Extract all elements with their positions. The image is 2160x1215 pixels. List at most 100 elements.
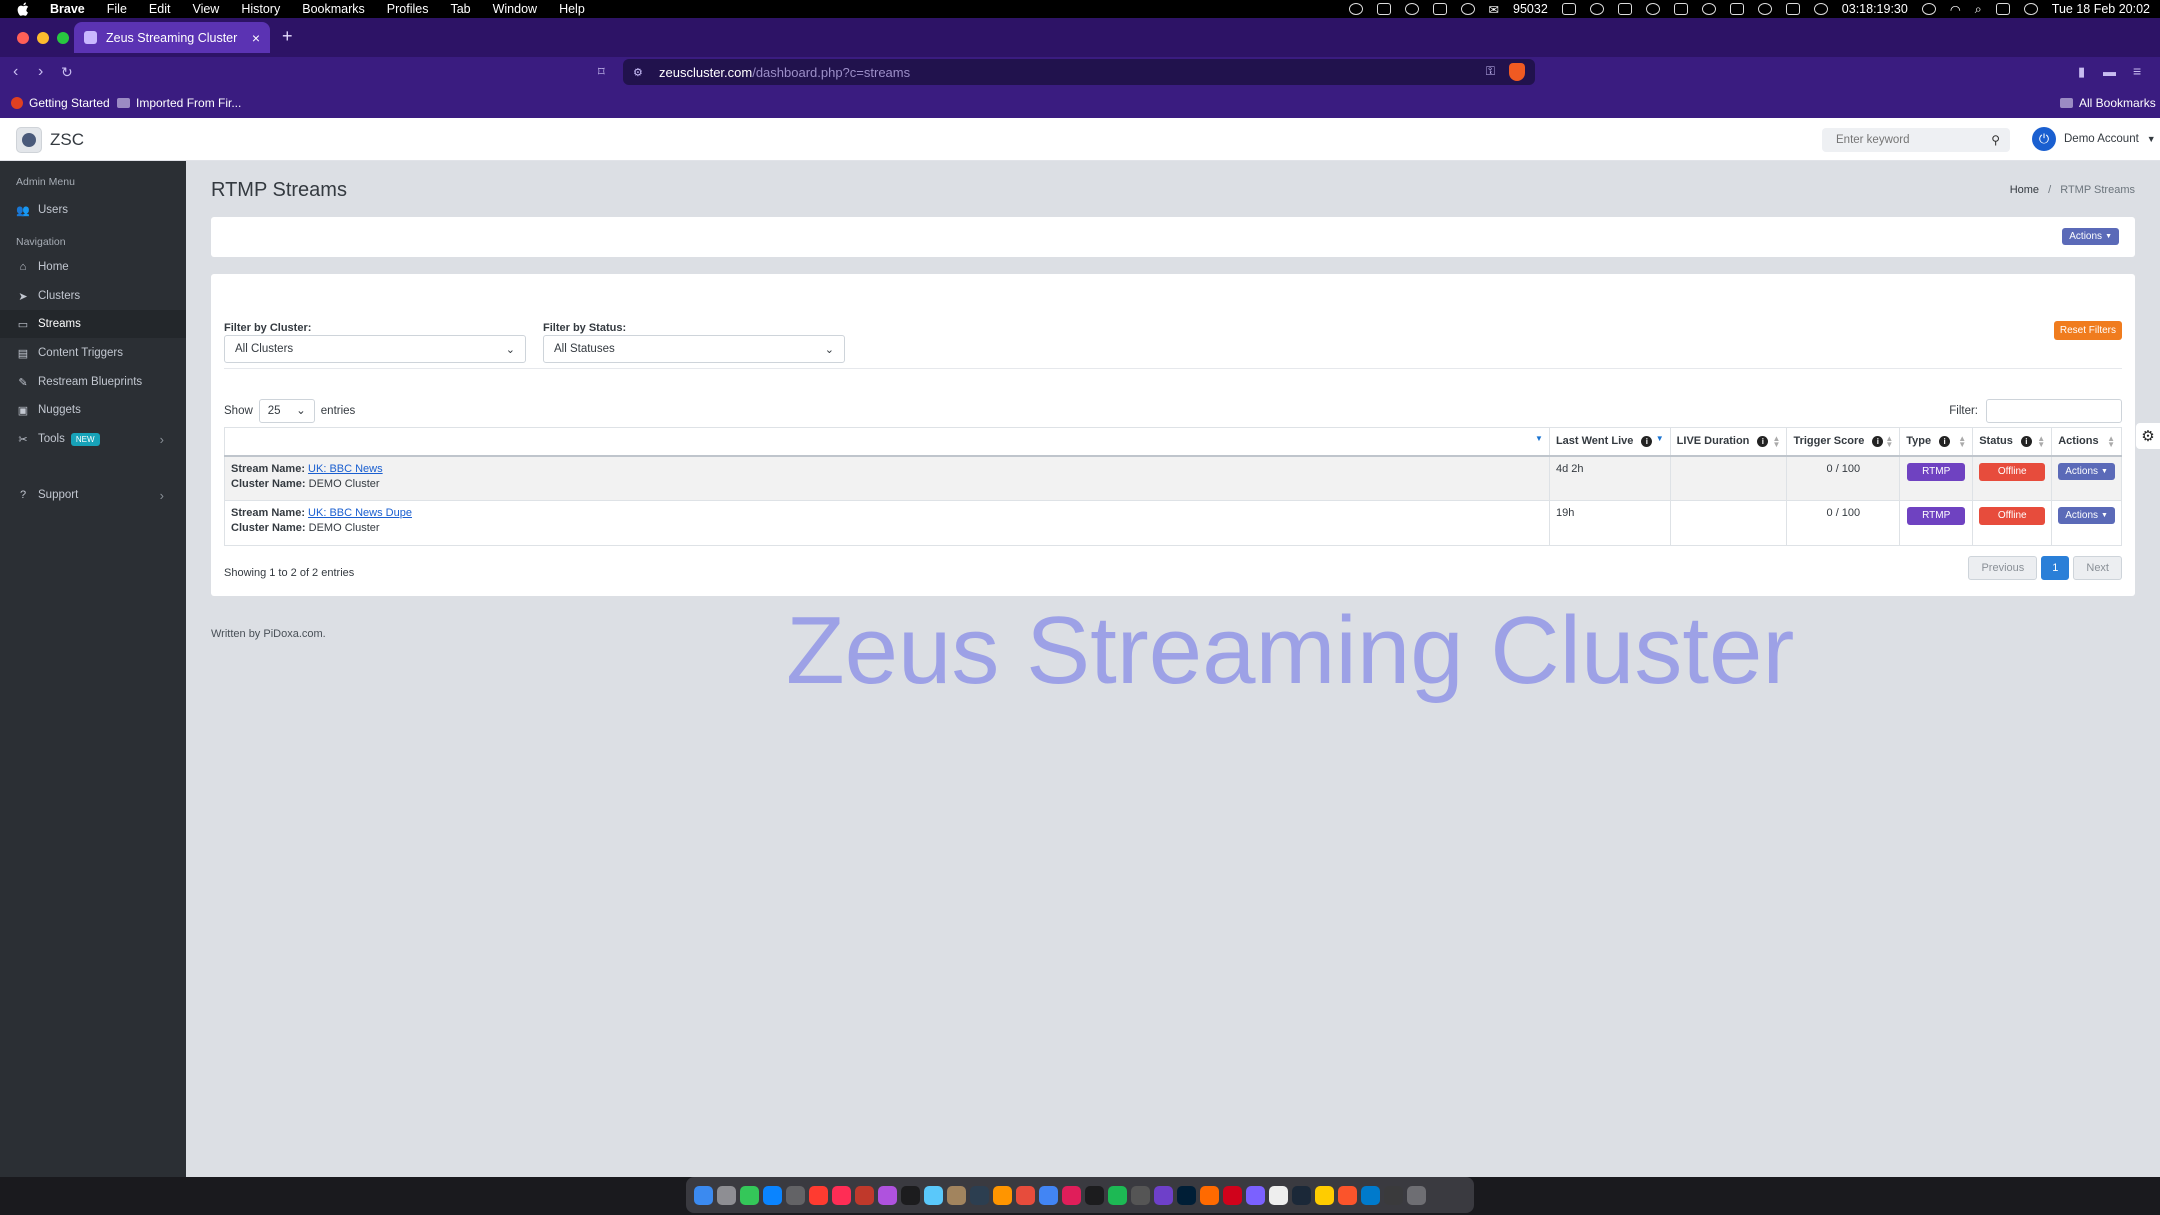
status-app-icon[interactable] <box>1376 3 1391 15</box>
plex-icon[interactable] <box>1315 1185 1334 1205</box>
status-app-icon[interactable] <box>1645 3 1660 15</box>
wifi-icon[interactable]: ◠ <box>1950 2 1961 17</box>
sidebar-item-streams[interactable]: ▭ Streams <box>0 310 186 338</box>
chrome-icon[interactable] <box>1039 1185 1058 1205</box>
terminal-icon[interactable] <box>1085 1185 1104 1205</box>
column-header-live-duration[interactable]: LIVE Duration i ▲ ▼ <box>1669 427 1788 457</box>
menu-profiles[interactable]: Profiles <box>387 2 429 16</box>
new-tab-button[interactable]: + <box>282 26 293 47</box>
script-editor-icon[interactable] <box>947 1185 966 1205</box>
opera-icon[interactable] <box>832 1185 851 1205</box>
sidebar-item-content-triggers[interactable]: ▤ Content Triggers <box>0 339 186 367</box>
reset-filters-button[interactable]: Reset Filters <box>2053 321 2122 340</box>
column-header-trigger-score[interactable]: Trigger Score i ▲ ▼ <box>1786 427 1901 457</box>
status-app-icon[interactable] <box>1813 3 1828 15</box>
info-icon[interactable]: i <box>2020 435 2032 447</box>
key-icon[interactable]: ⚿ <box>1486 64 1495 79</box>
sidebar-item-users[interactable]: 👥 Users <box>0 196 186 224</box>
status-filter-select[interactable]: All Statuses ⌄ <box>543 335 845 363</box>
bookmark-getting-started[interactable]: Getting Started <box>11 96 110 110</box>
column-header-last-went-live[interactable]: Last Went Live i ▼ <box>1548 427 1671 457</box>
photoshop-icon[interactable] <box>1177 1185 1196 1205</box>
row-actions-button[interactable]: Actions ▼ <box>2058 462 2115 480</box>
stream-name-link[interactable]: UK: BBC News Dupe <box>308 507 412 519</box>
menu-edit[interactable]: Edit <box>149 2 171 16</box>
sublime-icon[interactable] <box>1200 1185 1219 1205</box>
page-1-button[interactable]: 1 <box>2041 556 2070 580</box>
finder-icon[interactable] <box>694 1185 713 1205</box>
cluster-filter-select[interactable]: All Clusters ⌄ <box>224 335 526 363</box>
status-app-icon[interactable] <box>1348 3 1363 15</box>
sidebar-item-restream-blueprints[interactable]: ✎ Restream Blueprints <box>0 368 186 396</box>
settings-icon[interactable] <box>786 1185 805 1205</box>
maps-icon[interactable] <box>1016 1185 1035 1205</box>
info-icon[interactable]: i <box>1939 435 1951 447</box>
site-info-icon[interactable]: ⚙ <box>633 66 645 79</box>
status-app-icon[interactable] <box>1757 3 1772 15</box>
info-icon[interactable]: i <box>1641 435 1653 447</box>
menu-help[interactable]: Help <box>559 2 585 16</box>
sidebar-item-support[interactable]: ? Support › <box>0 481 186 509</box>
account-menu[interactable]: ⏻ Demo Account ▼ <box>2032 127 2156 151</box>
breadcrumb-home[interactable]: Home <box>2010 184 2039 196</box>
menu-tab[interactable]: Tab <box>450 2 470 16</box>
spotlight-icon[interactable]: ⌕ <box>1975 2 1982 17</box>
vscode-icon[interactable] <box>1361 1185 1380 1205</box>
menu-view[interactable]: View <box>192 2 219 16</box>
close-window-button[interactable] <box>17 32 29 44</box>
tor-icon[interactable] <box>1246 1185 1265 1205</box>
column-header-type[interactable]: Type i ▲ ▼ <box>1899 427 1974 457</box>
status-app-icon[interactable] <box>1404 3 1419 15</box>
page-actions-button[interactable]: Actions ▼ <box>2062 228 2119 245</box>
previous-page-button[interactable]: Previous <box>1968 556 2038 580</box>
iphone-mirroring-icon[interactable] <box>1384 1185 1403 1205</box>
opera-gx-icon[interactable] <box>855 1185 874 1205</box>
column-header-stream[interactable]: ▼ <box>224 427 1550 457</box>
browser-menu-icon[interactable]: ≡ <box>2133 63 2141 79</box>
bookmark-page-icon[interactable]: ⌑ <box>598 64 605 80</box>
tab-close-button[interactable]: × <box>252 30 260 46</box>
time-machine-icon[interactable] <box>1921 3 1936 15</box>
status-app-icon[interactable] <box>1673 3 1688 15</box>
back-icon[interactable]: ‹ <box>13 63 18 81</box>
podcasts-icon[interactable] <box>878 1185 897 1205</box>
browser-tab-active[interactable]: Zeus Streaming Cluster × <box>74 22 270 53</box>
filter-input[interactable] <box>1986 399 2122 423</box>
opera-icon[interactable] <box>1223 1185 1242 1205</box>
sidebar-item-clusters[interactable]: ➤ Clusters <box>0 282 186 310</box>
wallet-icon[interactable]: ▬ <box>2103 64 2116 79</box>
status-app-icon[interactable] <box>1701 3 1716 15</box>
menu-app[interactable]: Brave <box>50 2 85 16</box>
launchpad-icon[interactable] <box>717 1185 736 1205</box>
mail-icon[interactable]: ✉ <box>1489 2 1499 17</box>
column-header-status[interactable]: Status i ▲ ▼ <box>1972 427 2053 457</box>
spotify-icon[interactable] <box>1108 1185 1127 1205</box>
menu-window[interactable]: Window <box>493 2 537 16</box>
reload-icon[interactable]: ↻ <box>61 64 73 81</box>
apple-icon[interactable] <box>16 2 30 16</box>
trash-icon[interactable] <box>1407 1185 1426 1205</box>
info-icon[interactable]: i <box>1872 435 1884 447</box>
minimize-window-button[interactable] <box>37 32 49 44</box>
steam-icon[interactable] <box>1292 1185 1311 1205</box>
row-actions-button[interactable]: Actions ▼ <box>2058 507 2115 524</box>
search-input[interactable] <box>1836 134 1986 146</box>
address-bar[interactable]: ⚙ zeuscluster.com/dashboard.php?c=stream… <box>623 59 1535 85</box>
search-icon[interactable]: ⚲ <box>1991 133 2000 147</box>
zoom-window-button[interactable] <box>57 32 69 44</box>
news-icon[interactable] <box>809 1185 828 1205</box>
sidebar-item-tools[interactable]: ✂ Tools NEW › <box>0 425 186 453</box>
brave-icon[interactable] <box>1338 1185 1357 1205</box>
menu-file[interactable]: File <box>107 2 127 16</box>
sidebar-toggle-icon[interactable]: ▮ <box>2078 64 2085 80</box>
status-app-icon[interactable] <box>1589 3 1604 15</box>
status-app-icon[interactable] <box>1432 3 1447 15</box>
sidebar-item-nuggets[interactable]: ▣ Nuggets <box>0 396 186 424</box>
streaming-icon[interactable] <box>1269 1185 1288 1205</box>
all-bookmarks-folder[interactable]: All Bookmarks <box>2060 96 2156 110</box>
app-store-icon[interactable] <box>763 1185 782 1205</box>
settings-gear-icon[interactable]: ⚙ <box>2136 423 2160 449</box>
status-app-icon[interactable] <box>1561 3 1576 15</box>
status-app-icon[interactable] <box>1785 3 1800 15</box>
stream-name-link[interactable]: UK: BBC News <box>308 463 383 475</box>
